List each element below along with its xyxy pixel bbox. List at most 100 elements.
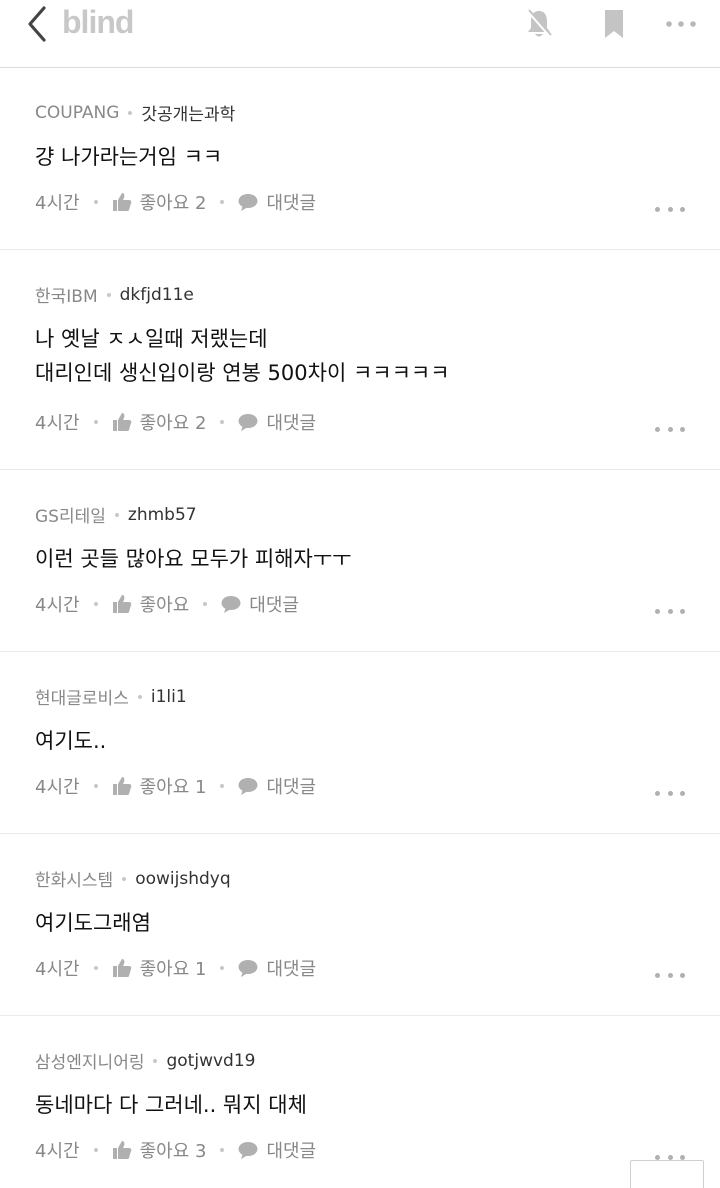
nickname[interactable]: oowijshdyq (135, 869, 230, 889)
more-dot (680, 608, 685, 614)
blind-logo[interactable]: blind (62, 4, 134, 41)
action-separator (220, 966, 225, 970)
like-button[interactable]: 좋아요 (112, 591, 190, 617)
more-dot (667, 972, 673, 978)
like-button[interactable]: 좋아요 2 (112, 189, 207, 215)
speech-bubble-icon (221, 596, 241, 613)
like-button[interactable]: 좋아요 1 (112, 955, 206, 981)
thumbs-up-icon (112, 959, 131, 977)
top-bar: blind (0, 0, 720, 68)
reply-label: 대댓글 (266, 959, 317, 980)
more-dot (667, 426, 673, 432)
reply-button[interactable]: 대댓글 (221, 591, 299, 617)
comment-list: COUPANG 갓공개는과학 걍 나가라는거임 ㅋㅋ 4시간 좋아요 2 대댓글… (0, 68, 720, 1188)
company-name[interactable]: GS리테일 (35, 502, 106, 527)
comment-actions: 4시간 좋아요 1 대댓글 (35, 955, 316, 981)
action-separator (220, 420, 225, 424)
like-button[interactable]: 좋아요 1 (112, 773, 207, 799)
comment-meta: COUPANG 갓공개는과학 (35, 100, 235, 126)
meta-separator (128, 110, 133, 115)
comment-actions: 4시간 좋아요 1 대댓글 (35, 773, 316, 799)
timestamp: 4시간 (35, 595, 80, 616)
nickname[interactable]: gotjwvd19 (166, 1051, 255, 1071)
action-separator (93, 420, 98, 424)
reply-button[interactable]: 대댓글 (238, 189, 316, 215)
reply-button[interactable]: 대댓글 (238, 955, 316, 981)
timestamp: 4시간 (35, 193, 80, 214)
like-button[interactable]: 좋아요 2 (112, 409, 206, 435)
scroll-to-top-button[interactable] (630, 1160, 704, 1188)
speech-bubble-icon (238, 194, 258, 211)
action-separator (93, 784, 98, 788)
more-dot (667, 608, 673, 614)
comment-body: 나 옛날 ㅈㅅ일때 저랬는데 대리인데 생신입이랑 연봉 500차이 ㅋㅋㅋㅋㅋ (35, 327, 450, 385)
timestamp: 4시간 (35, 959, 80, 980)
timestamp: 4시간 (35, 777, 80, 798)
chevron-left-icon (28, 6, 46, 42)
comment-body: 걍 나가라는거임 ㅋㅋ (35, 145, 223, 169)
company-name[interactable]: 현대글로비스 (35, 684, 129, 709)
comment-more-button[interactable] (655, 605, 685, 617)
reply-label: 대댓글 (249, 595, 299, 616)
reply-label: 대댓글 (266, 1141, 317, 1162)
comment-meta: 한화시스템 oowijshdyq (35, 866, 231, 892)
reply-button[interactable]: 대댓글 (238, 1137, 316, 1163)
more-dot (655, 790, 660, 796)
more-dot (655, 1154, 660, 1160)
bookmark-button[interactable] (600, 8, 628, 40)
like-label: 좋아요 3 (139, 1141, 207, 1162)
more-dot (680, 790, 685, 796)
comment-item: 삼성엔지니어링 gotjwvd19 동네마다 다 그러네.. 뭐지 대체 4시간… (0, 1016, 720, 1188)
more-dot (667, 1154, 673, 1160)
action-separator (93, 200, 98, 204)
action-separator (220, 784, 225, 788)
timestamp: 4시간 (35, 413, 80, 434)
comment-meta: GS리테일 zhmb57 (35, 502, 197, 528)
comment-body: 여기도그래염 (35, 911, 151, 935)
notification-toggle-button[interactable] (524, 8, 554, 40)
reply-button[interactable]: 대댓글 (238, 773, 316, 799)
nickname[interactable]: dkfjd11e (120, 285, 194, 305)
comment-actions: 4시간 좋아요 3 대댓글 (35, 1137, 316, 1163)
thumbs-up-icon (112, 193, 131, 211)
speech-bubble-icon (238, 778, 258, 795)
bookmark-icon (605, 10, 623, 38)
comment-more-button[interactable] (655, 203, 685, 215)
reply-label: 대댓글 (266, 777, 317, 798)
comment-actions: 4시간 좋아요 2 대댓글 (35, 189, 316, 215)
nickname[interactable]: 갓공개는과학 (141, 100, 235, 125)
reply-button[interactable]: 대댓글 (238, 409, 316, 435)
company-name[interactable]: 한국IBM (35, 282, 98, 307)
company-name[interactable]: 한화시스템 (35, 866, 113, 891)
back-button[interactable] (22, 6, 52, 42)
thumbs-up-icon (112, 595, 131, 613)
like-button[interactable]: 좋아요 3 (112, 1137, 207, 1163)
comment-item: COUPANG 갓공개는과학 걍 나가라는거임 ㅋㅋ 4시간 좋아요 2 대댓글 (0, 68, 720, 250)
like-label: 좋아요 1 (139, 777, 207, 798)
nickname[interactable]: i1li1 (151, 687, 187, 707)
nickname[interactable]: zhmb57 (128, 505, 197, 525)
timestamp: 4시간 (35, 1141, 80, 1162)
more-options-button[interactable] (664, 8, 698, 40)
comment-body: 이런 곳들 많아요 모두가 피해자ㅜㅜ (35, 547, 352, 571)
more-dot (655, 426, 660, 432)
comment-more-button[interactable] (655, 787, 685, 799)
more-dot (680, 1154, 685, 1160)
comment-more-button[interactable] (655, 969, 685, 981)
like-label: 좋아요 2 (139, 193, 207, 214)
company-name[interactable]: 삼성엔지니어링 (35, 1048, 144, 1073)
more-dot (655, 608, 660, 614)
more-dot (680, 426, 685, 432)
comment-item: 한화시스템 oowijshdyq 여기도그래염 4시간 좋아요 1 대댓글 (0, 834, 720, 1016)
comment-more-button[interactable] (655, 423, 685, 435)
speech-bubble-icon (238, 960, 258, 977)
more-dot (667, 790, 673, 796)
company-name[interactable]: COUPANG (35, 103, 119, 123)
reply-label: 대댓글 (266, 193, 317, 214)
more-dot (667, 206, 673, 212)
like-label: 좋아요 (139, 595, 190, 616)
meta-separator (153, 1058, 158, 1063)
thumbs-up-icon (112, 1141, 131, 1159)
meta-separator (137, 694, 142, 699)
more-dot (680, 206, 685, 212)
